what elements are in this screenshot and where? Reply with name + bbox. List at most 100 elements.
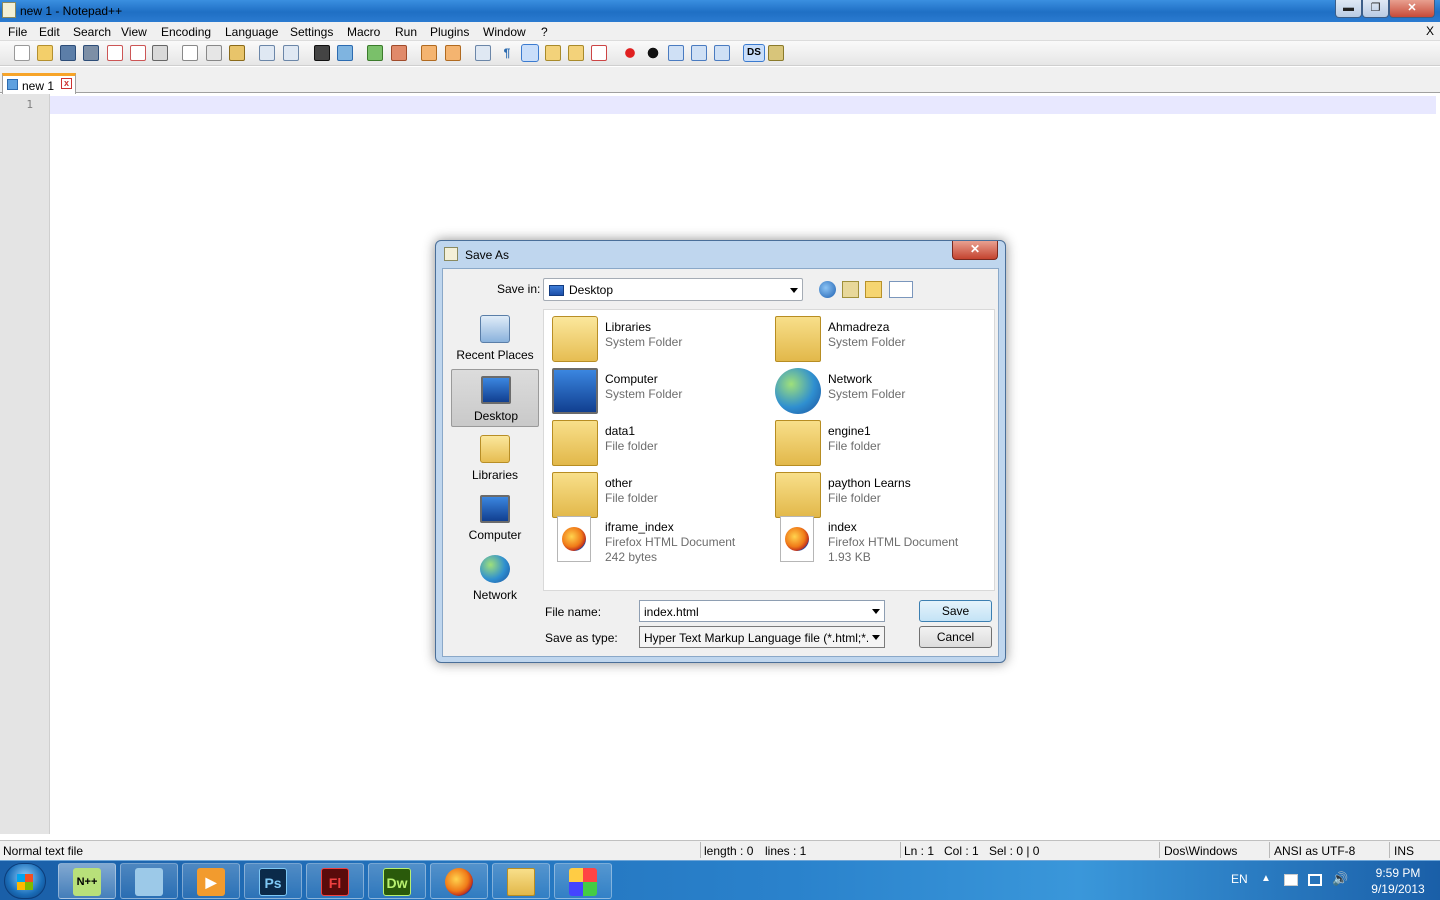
close-all-icon[interactable] — [130, 45, 146, 61]
place-recent-places[interactable]: Recent Places — [451, 309, 539, 367]
clock-date[interactable]: 9/19/2013 — [1362, 882, 1434, 896]
place-computer[interactable]: Computer — [451, 489, 539, 547]
file-item-engine1[interactable]: engine1 File folder — [771, 418, 981, 468]
place-libraries[interactable]: Libraries — [451, 429, 539, 487]
menu-encoding[interactable]: Encoding — [161, 25, 211, 39]
replace-icon[interactable] — [337, 45, 353, 61]
taskbar-paint[interactable] — [554, 863, 612, 899]
taskbar-flash[interactable]: Fl — [306, 863, 364, 899]
file-list[interactable]: Libraries System Folder Ahmadreza System… — [543, 309, 995, 591]
redo-icon[interactable] — [283, 45, 299, 61]
minimize-button[interactable]: ▬ — [1335, 0, 1362, 18]
doc-map-icon[interactable] — [568, 45, 584, 61]
zoom-in-icon[interactable] — [367, 45, 383, 61]
save-button[interactable]: Save — [919, 600, 992, 622]
up-folder-icon[interactable] — [842, 281, 859, 298]
menu-help[interactable]: ? — [541, 25, 548, 39]
word-wrap-icon[interactable] — [475, 45, 491, 61]
menu-window[interactable]: Window — [483, 25, 526, 39]
place-network[interactable]: Network — [451, 549, 539, 607]
sync-horizontal-icon[interactable] — [445, 45, 461, 61]
start-button[interactable] — [4, 863, 46, 899]
place-desktop[interactable]: Desktop — [451, 369, 539, 427]
play-macro-icon[interactable] — [668, 45, 684, 61]
file-item-other[interactable]: other File folder — [548, 470, 758, 520]
taskbar-explorer[interactable] — [492, 863, 550, 899]
dialog-close-button[interactable]: ✕ — [952, 241, 998, 260]
file-item-ahmadreza[interactable]: Ahmadreza System Folder — [771, 314, 981, 364]
close-icon[interactable] — [107, 45, 123, 61]
ds-plugin-icon[interactable]: DS — [743, 44, 765, 62]
taskbar-firefox[interactable] — [430, 863, 488, 899]
function-list-icon[interactable] — [591, 45, 607, 61]
file-item-iframe-index[interactable]: iframe_index Firefox HTML Document 242 b… — [548, 514, 758, 570]
file-item-computer[interactable]: Computer System Folder — [548, 366, 758, 416]
close-window-button[interactable]: ✕ — [1389, 0, 1435, 18]
save-all-icon[interactable] — [83, 45, 99, 61]
volume-icon[interactable]: 🔊 — [1332, 871, 1348, 887]
run-macro-multiple-icon[interactable] — [691, 45, 707, 61]
file-name: data1 — [605, 424, 636, 438]
paste-icon[interactable] — [229, 45, 245, 61]
language-indicator[interactable]: EN — [1231, 872, 1248, 886]
flash-icon: Fl — [321, 868, 349, 896]
tab-new-1[interactable]: new 1 x — [2, 73, 76, 94]
show-hidden-icons-icon[interactable]: ▲ — [1261, 873, 1271, 884]
tab-close-icon[interactable]: x — [61, 78, 72, 89]
view-menu-icon[interactable] — [889, 281, 913, 298]
cancel-button[interactable]: Cancel — [919, 626, 992, 648]
file-type: System Folder — [828, 387, 906, 401]
undo-icon[interactable] — [259, 45, 275, 61]
clock-time[interactable]: 9:59 PM — [1368, 866, 1428, 880]
taskbar-notepadpp[interactable]: N++ — [58, 863, 116, 899]
save-in-dropdown[interactable]: Desktop — [543, 278, 803, 301]
file-item-libraries[interactable]: Libraries System Folder — [548, 314, 758, 364]
menu-search[interactable]: Search — [73, 25, 111, 39]
new-folder-icon[interactable] — [865, 281, 882, 298]
sync-vertical-icon[interactable] — [421, 45, 437, 61]
menu-settings[interactable]: Settings — [290, 25, 333, 39]
menu-view[interactable]: View — [121, 25, 147, 39]
record-macro-icon[interactable] — [622, 45, 638, 61]
taskbar-notepad[interactable] — [120, 863, 178, 899]
action-center-flag-icon[interactable] — [1284, 874, 1298, 886]
taskbar-dreamweaver[interactable]: Dw — [368, 863, 426, 899]
file-item-index[interactable]: index Firefox HTML Document 1.93 KB — [771, 514, 981, 570]
taskbar-photoshop[interactable]: Ps — [244, 863, 302, 899]
close-document-button[interactable]: X — [1426, 24, 1434, 38]
find-icon[interactable] — [314, 45, 330, 61]
network-tray-icon[interactable] — [1308, 874, 1322, 886]
folder-icon — [775, 420, 821, 466]
maximize-button[interactable]: ❐ — [1362, 0, 1389, 18]
print-icon[interactable] — [152, 45, 168, 61]
show-all-chars-icon[interactable]: ¶ — [499, 45, 515, 61]
open-file-icon[interactable] — [37, 45, 53, 61]
taskbar-media-player[interactable]: ▶ — [182, 863, 240, 899]
file-item-data1[interactable]: data1 File folder — [548, 418, 758, 468]
menu-macro[interactable]: Macro — [347, 25, 380, 39]
stop-record-icon[interactable] — [645, 45, 661, 61]
toolbar: ¶ DS — [0, 41, 1440, 66]
menu-language[interactable]: Language — [225, 25, 278, 39]
save-macro-icon[interactable] — [714, 45, 730, 61]
zoom-out-icon[interactable] — [391, 45, 407, 61]
new-file-icon[interactable] — [14, 45, 30, 61]
file-item-paython-learns[interactable]: paython Learns File folder — [771, 470, 981, 520]
back-icon[interactable] — [819, 281, 836, 298]
menu-file[interactable]: File — [8, 25, 27, 39]
menu-plugins[interactable]: Plugins — [430, 25, 469, 39]
indent-guide-icon[interactable] — [521, 44, 539, 62]
copy-icon[interactable] — [206, 45, 222, 61]
trim-icon[interactable] — [768, 45, 784, 61]
save-icon[interactable] — [60, 45, 76, 61]
file-type: File folder — [605, 439, 658, 453]
cut-icon[interactable] — [182, 45, 198, 61]
user-lang-icon[interactable] — [545, 45, 561, 61]
file-name-input[interactable]: index.html — [639, 600, 885, 622]
menu-edit[interactable]: Edit — [39, 25, 60, 39]
save-as-type-dropdown[interactable]: Hyper Text Markup Language file (*.html;… — [639, 626, 885, 648]
file-item-network[interactable]: Network System Folder — [771, 366, 981, 416]
firefox-html-icon — [557, 516, 591, 562]
menu-run[interactable]: Run — [395, 25, 417, 39]
line-number-gutter: 1 — [0, 94, 50, 834]
